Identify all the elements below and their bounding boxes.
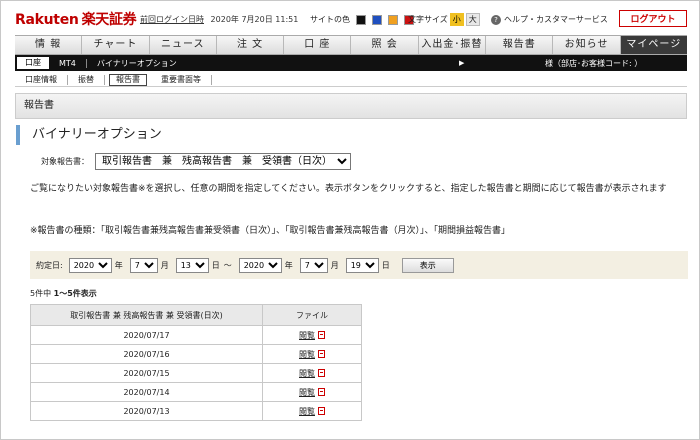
from-year-select[interactable]: 2020	[68, 257, 112, 273]
month-unit: 月	[160, 260, 169, 270]
site-color-picker: サイトの色	[310, 14, 414, 25]
tertiary-nav: 口座情報 振替 報告書 重要書面等	[15, 73, 687, 87]
year-unit: 年	[284, 260, 293, 270]
font-size-picker: 文字サイズ 小 大	[408, 13, 480, 26]
column-header-file: ファイル	[262, 304, 362, 326]
pdf-icon[interactable]	[318, 406, 325, 415]
nav-chart[interactable]: チャート	[82, 36, 150, 54]
pdf-icon[interactable]	[318, 330, 325, 339]
nav-notices[interactable]: お知らせ	[553, 36, 621, 54]
tab-reports[interactable]: 報告書	[109, 73, 147, 86]
table-row: 2020/07/14 閲覧	[30, 382, 362, 402]
nav-mypage[interactable]: マイページ	[620, 36, 687, 54]
table-row: 2020/07/16 閲覧	[30, 344, 362, 364]
site-color-label: サイトの色	[310, 15, 350, 24]
sub-nav: 口座 MT4 バイナリーオプション ▶ 様（部店･お客様コード: ）	[15, 55, 687, 71]
from-day-select[interactable]: 13	[175, 257, 209, 273]
main-nav: 情 報 チャート ニュース 注 文 口 座 照 会 入出金･振替 報告書 お知ら…	[15, 35, 687, 55]
help-link[interactable]: ? ヘルプ・カスタマーサービス	[491, 14, 608, 25]
day-unit: 日	[211, 260, 220, 270]
page-frame: Rakuten 楽天証券 前回ログイン日時 2020年 7月20日 11:51 サ…	[0, 0, 700, 440]
nav-info[interactable]: 情 報	[15, 36, 83, 54]
report-date: 2020/07/13	[30, 401, 263, 421]
logo-jp: 楽天証券	[81, 12, 137, 28]
report-date: 2020/07/14	[30, 382, 263, 402]
font-size-small-button[interactable]: 小	[449, 13, 464, 26]
report-date: 2020/07/16	[30, 344, 263, 364]
last-login-value: 2020年 7月20日 11:51	[210, 15, 299, 24]
pdf-icon[interactable]	[318, 368, 325, 377]
nav-deposit[interactable]: 入出金･振替	[419, 36, 487, 54]
font-size-large-button[interactable]: 大	[465, 13, 480, 26]
rakuten-logo[interactable]: Rakuten 楽天証券	[15, 9, 137, 29]
help-icon: ?	[491, 14, 501, 25]
view-link[interactable]: 閲覧	[299, 350, 315, 359]
logout-button[interactable]: ログアウト	[619, 10, 687, 27]
report-date: 2020/07/15	[30, 363, 263, 383]
to-month-select[interactable]: 7	[299, 257, 328, 273]
section-title: バイナリーオプション	[16, 125, 162, 145]
subnav-account[interactable]: 口座	[17, 57, 49, 69]
play-arrow-icon: ▶	[459, 59, 465, 67]
instructions-text: ご覧になりたい対象報告書※を選択し、任意の期間を指定してください。表示ボタンをク…	[30, 184, 667, 194]
tab-important-docs[interactable]: 重要書面等	[151, 74, 212, 85]
result-range: 1〜5件表示	[53, 289, 97, 298]
view-link[interactable]: 閲覧	[299, 369, 315, 378]
site-header: Rakuten 楽天証券 前回ログイン日時 2020年 7月20日 11:51 サ…	[1, 1, 699, 33]
table-row: 2020/07/17 閲覧	[30, 325, 362, 345]
subnav-mt4[interactable]: MT4	[49, 59, 86, 68]
view-link[interactable]: 閲覧	[299, 331, 315, 340]
target-report-select[interactable]: 取引報告書 兼 残高報告書 兼 受領書（日次）	[95, 153, 351, 170]
logo-latin: Rakuten	[15, 12, 79, 28]
nav-news[interactable]: ニュース	[150, 36, 217, 54]
view-link[interactable]: 閲覧	[299, 388, 315, 397]
last-login: 前回ログイン日時 2020年 7月20日 11:51	[140, 14, 298, 25]
to-year-select[interactable]: 2020	[238, 257, 282, 273]
font-size-label: 文字サイズ	[408, 15, 448, 24]
view-link[interactable]: 閲覧	[299, 407, 315, 416]
date-range-form: 約定日: 2020 年 7 月 13 日 〜 2020 年 7 月 19 日 表…	[30, 251, 688, 279]
help-label: ヘルプ・カスタマーサービス	[504, 15, 608, 24]
tab-transfer[interactable]: 振替	[68, 74, 105, 85]
color-swatch-blue[interactable]	[372, 14, 382, 25]
color-swatch-orange[interactable]	[388, 14, 398, 25]
page-title: 報告書	[15, 93, 687, 119]
file-cell: 閲覧	[262, 344, 362, 364]
subnav-binary-option[interactable]: バイナリーオプション	[87, 58, 187, 69]
trade-date-label: 約定日:	[36, 260, 63, 270]
report-date: 2020/07/17	[30, 325, 263, 345]
file-cell: 閲覧	[262, 325, 362, 345]
day-unit: 日	[381, 260, 390, 270]
nav-account[interactable]: 口 座	[284, 36, 352, 54]
pdf-icon[interactable]	[318, 387, 325, 396]
result-total: 5件中	[30, 289, 52, 298]
range-separator: 〜	[223, 260, 232, 270]
show-button[interactable]: 表示	[401, 257, 454, 273]
month-unit: 月	[330, 260, 339, 270]
to-day-select[interactable]: 19	[345, 257, 379, 273]
nav-reports[interactable]: 報告書	[486, 36, 554, 54]
nav-inquiry[interactable]: 照 会	[351, 36, 419, 54]
nav-order[interactable]: 注 文	[217, 36, 285, 54]
year-unit: 年	[114, 260, 123, 270]
last-login-link[interactable]: 前回ログイン日時	[140, 15, 204, 24]
file-cell: 閲覧	[262, 363, 362, 383]
file-cell: 閲覧	[262, 401, 362, 421]
report-table: 取引報告書 兼 残高報告書 兼 受領書(日次) ファイル 2020/07/17 …	[30, 304, 362, 421]
report-types-note: ※報告書の種類：「取引報告書兼残高報告書兼受領書（日次）」、「取引報告書兼残高報…	[30, 226, 511, 236]
subnav-branch-code: 様（部店･お客様コード: ）	[545, 59, 643, 68]
table-row: 2020/07/15 閲覧	[30, 363, 362, 383]
tab-account-info[interactable]: 口座情報	[15, 74, 68, 85]
target-report-label: 対象報告書：	[41, 157, 89, 166]
color-swatch-black[interactable]	[356, 14, 366, 25]
logout-label: ログアウト	[630, 15, 676, 25]
table-header-row: 取引報告書 兼 残高報告書 兼 受領書(日次) ファイル	[30, 304, 362, 326]
from-month-select[interactable]: 7	[129, 257, 158, 273]
column-header-report: 取引報告書 兼 残高報告書 兼 受領書(日次)	[30, 304, 263, 326]
file-cell: 閲覧	[262, 382, 362, 402]
table-row: 2020/07/13 閲覧	[30, 401, 362, 421]
result-count: 5件中 1〜5件表示	[30, 288, 97, 299]
target-report: 対象報告書： 取引報告書 兼 残高報告書 兼 受領書（日次）	[41, 153, 351, 170]
pdf-icon[interactable]	[318, 349, 325, 358]
